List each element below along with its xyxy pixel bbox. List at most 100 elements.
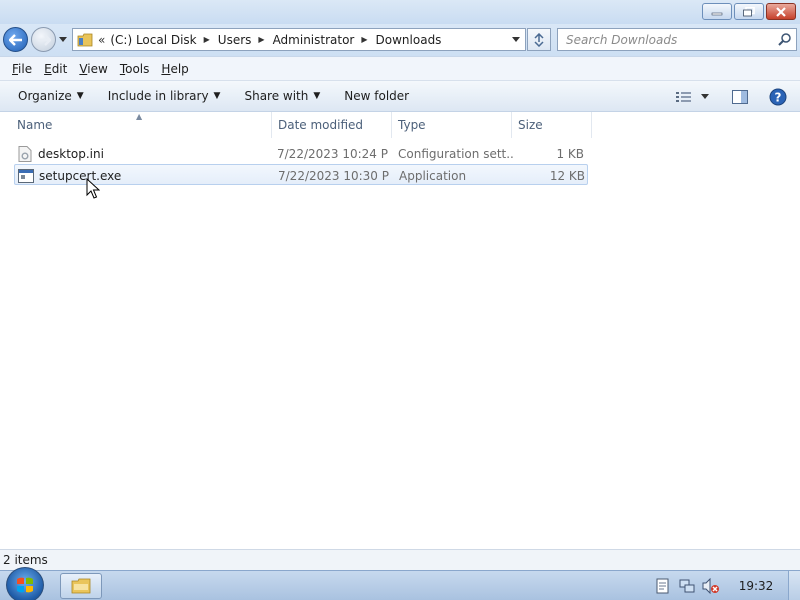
column-header-name[interactable]: Name xyxy=(11,112,272,138)
address-dropdown-button[interactable] xyxy=(507,29,525,50)
change-view-button[interactable] xyxy=(672,85,696,109)
menu-file[interactable]: File xyxy=(6,62,38,76)
column-header-size-label: Size xyxy=(518,118,543,132)
menu-view[interactable]: View xyxy=(73,62,113,76)
application-icon xyxy=(17,167,35,185)
file-row[interactable]: setupcert.exe 7/22/2023 10:30 PM Applica… xyxy=(14,164,588,185)
chevron-down-icon xyxy=(59,36,67,42)
menu-edit-label: dit xyxy=(51,61,68,76)
breadcrumb-local-disk[interactable]: (C:) Local Disk xyxy=(110,33,196,47)
help-button[interactable]: ? xyxy=(766,85,790,109)
column-header-date-modified[interactable]: Date modified xyxy=(272,112,392,138)
share-with-button[interactable]: Share with ▼ xyxy=(236,84,328,108)
taskbar: 19:32 xyxy=(0,567,800,600)
show-desktop-button[interactable] xyxy=(788,571,800,600)
clock[interactable]: 19:32 xyxy=(724,579,788,593)
file-name-cell: desktop.ini xyxy=(16,143,271,164)
menu-bar: File Edit View Tools Help xyxy=(0,56,800,81)
column-headers: ▲ Name Date modified Type Size xyxy=(0,112,800,138)
start-button[interactable] xyxy=(6,567,44,600)
help-icon: ? xyxy=(769,88,787,105)
column-header-type-label: Type xyxy=(398,118,426,132)
recent-pages-button[interactable] xyxy=(57,33,69,45)
include-in-library-label: Include in library xyxy=(107,89,209,103)
search-icon[interactable] xyxy=(778,32,792,46)
file-type: Configuration sett... xyxy=(398,146,514,161)
share-with-label: Share with xyxy=(244,89,309,103)
chevron-down-icon xyxy=(701,94,709,99)
organize-label: Organize xyxy=(18,89,72,103)
menu-tools[interactable]: Tools xyxy=(114,62,156,76)
title-bar xyxy=(0,0,800,24)
back-button[interactable] xyxy=(3,27,28,52)
settings-file-icon xyxy=(16,145,34,163)
minimize-icon xyxy=(711,12,723,15)
maximize-button[interactable] xyxy=(734,3,764,20)
breadcrumb-separator-icon[interactable]: ▶ xyxy=(361,35,367,44)
refresh-button[interactable] xyxy=(527,28,551,51)
organize-button[interactable]: Organize ▼ xyxy=(10,84,92,108)
breadcrumb-separator-icon[interactable]: ▶ xyxy=(258,35,264,44)
forward-button[interactable] xyxy=(31,27,56,52)
column-header-type[interactable]: Type xyxy=(392,112,512,138)
search-box xyxy=(557,28,797,51)
window-controls xyxy=(702,3,796,20)
file-list: desktop.ini 7/22/2023 10:24 PM Configura… xyxy=(0,138,800,548)
navigation-bar: « (C:) Local Disk ▶ Users ▶ Administrato… xyxy=(0,24,800,56)
address-bar[interactable]: « (C:) Local Disk ▶ Users ▶ Administrato… xyxy=(72,28,526,51)
search-input[interactable] xyxy=(558,29,768,50)
svg-text:?: ? xyxy=(775,90,782,104)
volume-muted-icon[interactable] xyxy=(700,575,722,597)
file-row[interactable]: desktop.ini 7/22/2023 10:24 PM Configura… xyxy=(14,143,588,164)
network-icon[interactable] xyxy=(676,575,698,597)
chevron-down-icon: ▼ xyxy=(313,91,321,101)
column-header-name-label: Name xyxy=(17,118,53,132)
forward-arrow-icon xyxy=(37,33,51,46)
file-date: 7/22/2023 10:30 PM xyxy=(278,168,390,183)
chevron-down-icon: ▼ xyxy=(76,91,84,101)
view-controls: ? xyxy=(672,81,800,112)
file-name: setupcert.exe xyxy=(39,168,122,183)
breadcrumb-users[interactable]: Users xyxy=(218,33,252,47)
folder-icon xyxy=(71,578,91,594)
menu-tools-label: ools xyxy=(125,61,150,76)
status-bar: 2 items xyxy=(0,549,800,570)
folder-icon xyxy=(75,30,95,50)
file-name-cell: setupcert.exe xyxy=(17,165,272,186)
action-center-icon[interactable] xyxy=(652,575,674,597)
menu-file-label: ile xyxy=(18,61,33,76)
file-size: 12 KB xyxy=(549,168,585,183)
menu-help[interactable]: Help xyxy=(155,62,194,76)
breadcrumb-downloads[interactable]: Downloads xyxy=(376,33,442,47)
file-type: Application xyxy=(399,168,467,183)
new-folder-label: New folder xyxy=(344,89,410,103)
new-folder-button[interactable]: New folder xyxy=(336,84,417,108)
column-header-size[interactable]: Size xyxy=(512,112,592,138)
taskbar-explorer-button[interactable] xyxy=(60,573,102,599)
back-arrow-icon xyxy=(8,33,22,46)
item-count: 2 items xyxy=(3,553,48,567)
breadcrumb-overflow-icon[interactable]: « xyxy=(98,33,105,47)
menu-edit[interactable]: Edit xyxy=(38,62,73,76)
breadcrumb-separator-icon[interactable]: ▶ xyxy=(204,35,210,44)
file-name: desktop.ini xyxy=(38,146,104,161)
restore-icon xyxy=(743,6,755,16)
file-size: 1 KB xyxy=(556,146,584,161)
chevron-down-icon: ▼ xyxy=(213,91,221,101)
file-date: 7/22/2023 10:24 PM xyxy=(277,146,389,161)
include-in-library-button[interactable]: Include in library ▼ xyxy=(100,84,229,108)
command-bar: Organize ▼ Include in library ▼ Share wi… xyxy=(0,81,800,112)
close-button[interactable] xyxy=(766,3,796,20)
menu-edit-accel: E xyxy=(44,61,52,76)
breadcrumb-administrator[interactable]: Administrator xyxy=(273,33,355,47)
refresh-icon xyxy=(534,32,544,47)
chevron-down-icon xyxy=(512,37,520,42)
mouse-cursor-icon xyxy=(86,178,100,199)
menu-view-label: iew xyxy=(87,61,108,76)
system-tray: 19:32 xyxy=(652,571,800,600)
preview-pane-icon xyxy=(732,89,748,104)
view-options-dropdown[interactable] xyxy=(698,85,712,109)
minimize-button[interactable] xyxy=(702,3,732,20)
windows-logo-icon xyxy=(17,577,33,593)
preview-pane-button[interactable] xyxy=(728,85,752,109)
